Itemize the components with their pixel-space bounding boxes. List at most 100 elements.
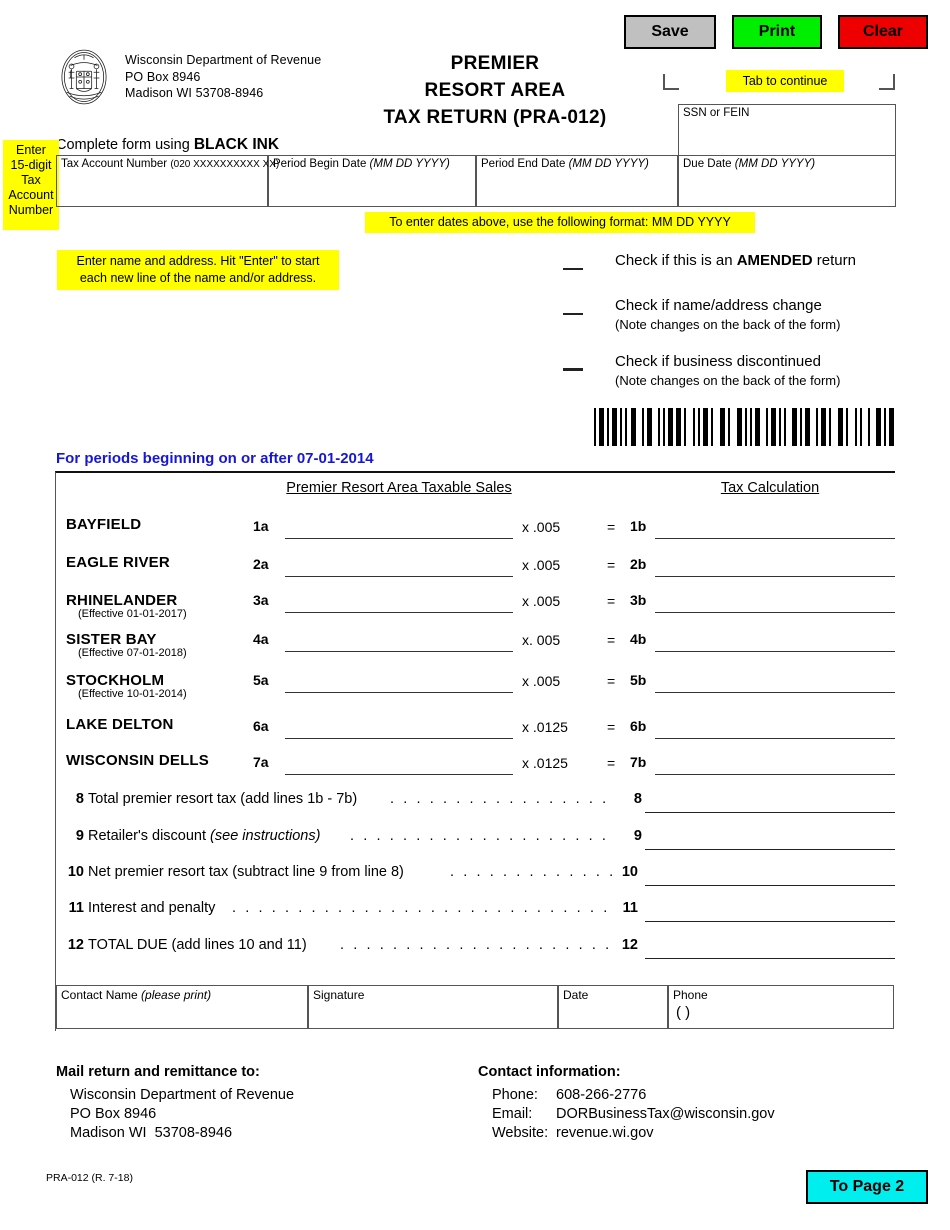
- equals-5: =: [607, 673, 616, 689]
- name-address-hint-line-1: Enter name and address. Hit "Enter" to s…: [76, 254, 320, 268]
- name-address-change-checkbox[interactable]: [563, 313, 583, 315]
- rate-3: x .005: [522, 593, 561, 609]
- due-date-field[interactable]: Due Date (MM DD YYYY): [678, 155, 896, 207]
- contact-email-label: Email:: [492, 1106, 533, 1122]
- rate-2: x .005: [522, 557, 561, 573]
- line-11-number: 11: [68, 900, 84, 916]
- input-line-5a[interactable]: [285, 692, 513, 693]
- input-line-6b[interactable]: [655, 738, 895, 739]
- period-end-date-field[interactable]: Period End Date (MM DD YYYY): [476, 155, 678, 207]
- effective-date-stockholm: (Effective 10-01-2014): [78, 688, 187, 700]
- input-line-1a[interactable]: [285, 538, 513, 539]
- tax-account-number-field[interactable]: Tax Account Number (020 XXXXXXXXXX XX): [56, 155, 279, 207]
- signature-date-label: Date: [563, 988, 589, 1002]
- name-address-hint-line-2: each new line of the name and/or address…: [79, 271, 317, 285]
- phone-field[interactable]: Phone: [668, 985, 894, 1029]
- line-number-6a: 6a: [253, 718, 269, 734]
- line-10-number: 10: [67, 864, 84, 880]
- line-10-label: Net premier resort tax (subtract line 9 …: [88, 864, 404, 880]
- input-line-1b[interactable]: [655, 538, 895, 539]
- name-address-change-label: Check if name/address change (Note chang…: [615, 296, 840, 334]
- line-number-4b: 4b: [630, 631, 647, 647]
- line-10-number-right: 10: [621, 864, 638, 880]
- input-line-7b[interactable]: [655, 774, 895, 775]
- date-format-hint: To enter dates above, use the following …: [365, 212, 755, 233]
- black-ink-emphasis: BLACK INK: [193, 136, 280, 153]
- line-8-label: Total premier resort tax (add lines 1b -…: [88, 791, 357, 807]
- ssn-fein-field[interactable]: SSN or FEIN: [678, 104, 896, 156]
- line-number-3a: 3a: [253, 592, 269, 608]
- title-line-2: RESORT AREA: [424, 80, 566, 101]
- line-9-italic: (see instructions): [210, 828, 321, 844]
- input-line-5b[interactable]: [655, 692, 895, 693]
- input-line-8[interactable]: [645, 812, 895, 813]
- equals-4: =: [607, 632, 616, 648]
- black-ink-instruction: Complete form using BLACK INK: [56, 136, 279, 154]
- due-date-format: (MM DD YYYY): [734, 158, 816, 170]
- effective-date-sister-bay: (Effective 07-01-2018): [78, 647, 187, 659]
- barcode-icon: [594, 408, 896, 446]
- input-line-4a[interactable]: [285, 651, 513, 652]
- input-line-2a[interactable]: [285, 576, 513, 577]
- account-number-hint: Enter 15-digit Tax Account Number: [3, 140, 59, 230]
- line-9-text: Retailer's discount: [88, 828, 211, 844]
- line-number-7b: 7b: [630, 754, 647, 770]
- line-10-text: Net premier resort tax (subtract line 9 …: [88, 864, 404, 880]
- input-line-3b[interactable]: [655, 612, 895, 613]
- line-12-number: 12: [67, 937, 84, 953]
- period-begin-date-label: Period Begin Date (MM DD YYYY): [273, 158, 450, 170]
- contact-email-value: DORBusinessTax@wisconsin.gov: [556, 1106, 775, 1122]
- contact-website-label: Website:: [492, 1125, 549, 1141]
- line-number-1b: 1b: [630, 518, 647, 534]
- line-9-number: 9: [75, 828, 84, 844]
- amended-label-suffix: return: [812, 252, 856, 269]
- city-label-sister-bay: SISTER BAY: [66, 631, 157, 648]
- signature-field[interactable]: Signature: [308, 985, 558, 1029]
- equals-2: =: [607, 557, 616, 573]
- title-line-3: TAX RETURN (PRA-012): [383, 107, 607, 128]
- period-end-date-format: (MM DD YYYY): [568, 158, 649, 170]
- line-number-5a: 5a: [253, 672, 269, 688]
- amended-label-bold: AMENDED: [736, 252, 813, 269]
- contact-name-italic: (please print): [141, 988, 212, 1002]
- name-address-hint: Enter name and address. Hit "Enter" to s…: [57, 250, 339, 290]
- city-label-eagle-river: EAGLE RIVER: [66, 554, 170, 571]
- signature-date-field[interactable]: Date: [558, 985, 668, 1029]
- input-line-11[interactable]: [645, 921, 895, 922]
- input-line-6a[interactable]: [285, 738, 513, 739]
- contact-phone-label: Phone:: [492, 1087, 538, 1103]
- business-discontinued-checkbox[interactable]: [563, 368, 583, 371]
- period-end-date-text: Period End Date: [481, 158, 566, 170]
- input-line-10[interactable]: [645, 885, 895, 886]
- equals-3: =: [607, 593, 616, 609]
- input-line-3a[interactable]: [285, 612, 513, 613]
- rate-6: x .0125: [522, 719, 568, 735]
- line-number-6b: 6b: [630, 718, 647, 734]
- period-begin-date-field[interactable]: Period Begin Date (MM DD YYYY): [268, 155, 476, 207]
- line-9-number-right: 9: [633, 828, 642, 844]
- amended-checkbox[interactable]: [563, 268, 583, 270]
- clear-button[interactable]: Clear: [838, 15, 928, 49]
- city-label-bayfield: BAYFIELD: [66, 516, 142, 533]
- input-line-2b[interactable]: [655, 576, 895, 577]
- due-date-text: Due Date: [683, 158, 732, 170]
- line-11-text: Interest and penalty: [88, 900, 216, 916]
- save-button[interactable]: Save: [624, 15, 716, 49]
- contact-name-field[interactable]: Contact Name (please print): [56, 985, 308, 1029]
- input-line-9[interactable]: [645, 849, 895, 850]
- tab-to-continue-hint: Tab to continue: [726, 70, 844, 92]
- equals-6: =: [607, 719, 616, 735]
- input-line-12[interactable]: [645, 958, 895, 959]
- line-8-text: Total premier resort tax (add lines 1b -…: [88, 791, 358, 807]
- line-number-2a: 2a: [253, 556, 269, 572]
- mail-return-heading: Mail return and remittance to:: [56, 1064, 260, 1080]
- print-button[interactable]: Print: [732, 15, 822, 49]
- agency-address: Wisconsin Department of Revenue PO Box 8…: [125, 52, 321, 102]
- to-page-2-button[interactable]: To Page 2: [806, 1170, 928, 1204]
- signature-label: Signature: [313, 988, 365, 1002]
- crop-mark-left: [663, 74, 679, 90]
- input-line-7a[interactable]: [285, 774, 513, 775]
- input-line-4b[interactable]: [655, 651, 895, 652]
- line-8-number: 8: [75, 791, 84, 807]
- line-number-3b: 3b: [630, 592, 647, 608]
